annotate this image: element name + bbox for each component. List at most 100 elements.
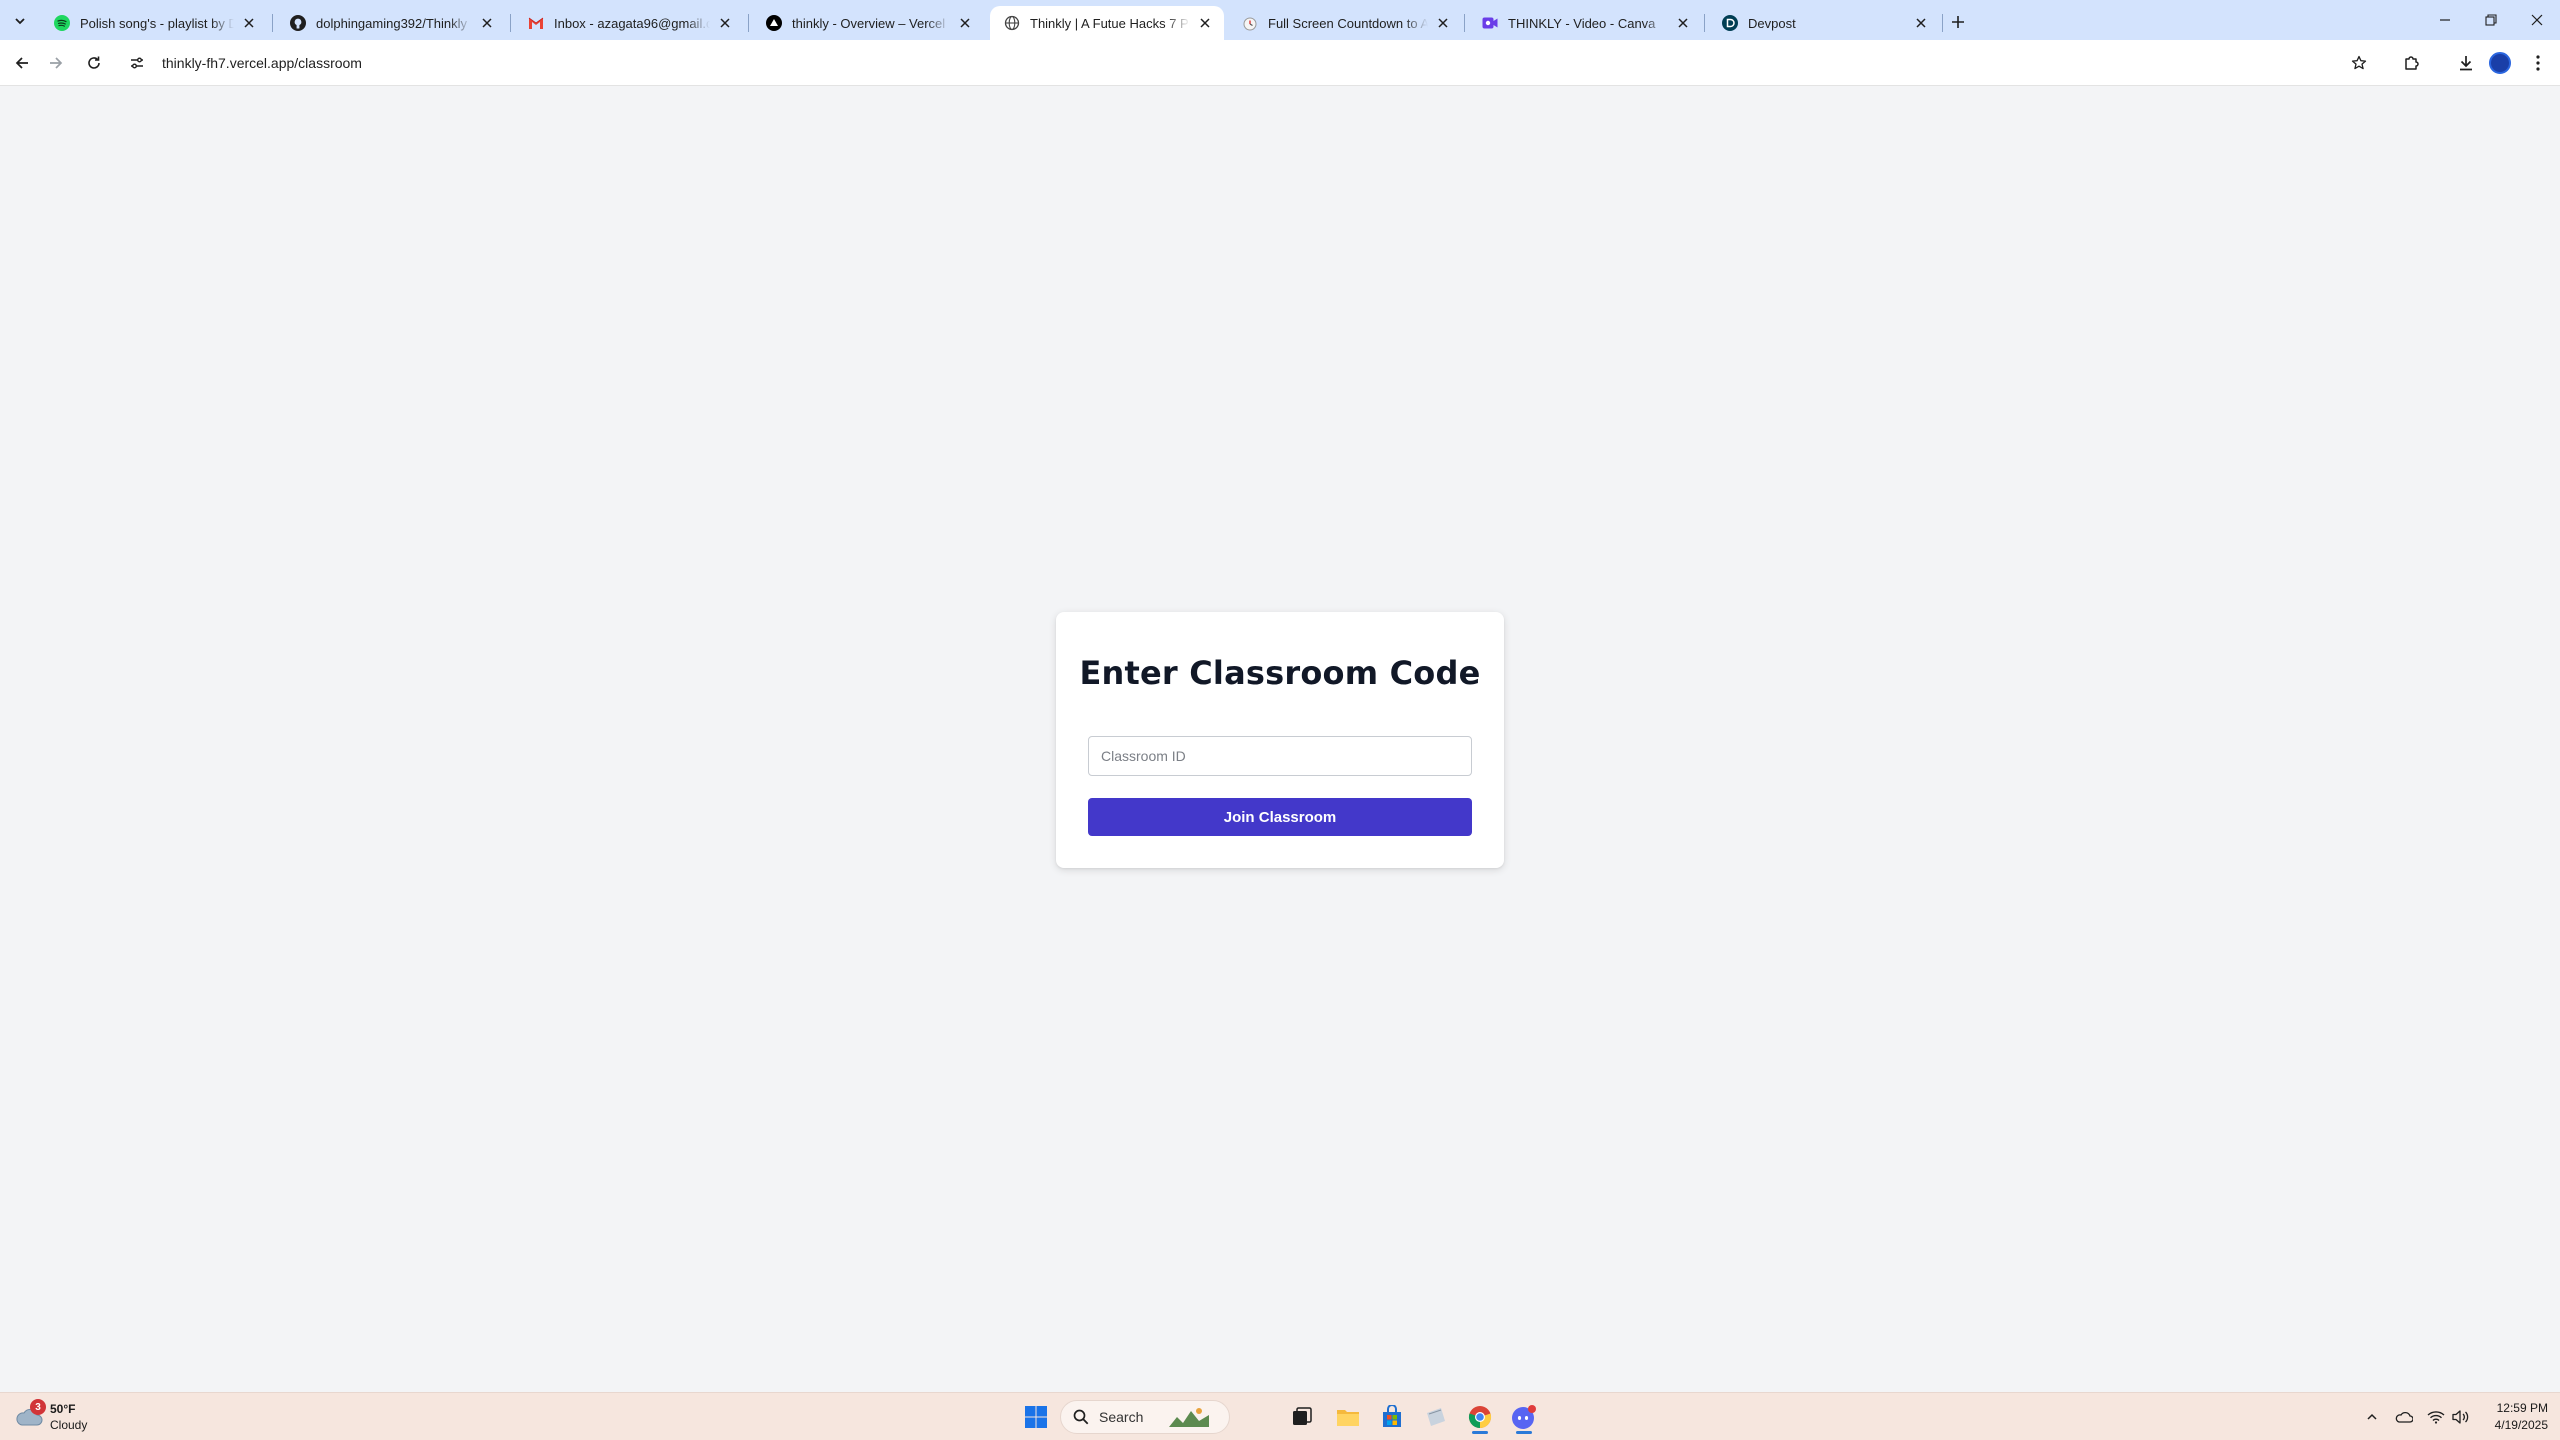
tab-label: Devpost xyxy=(1748,15,1796,31)
globe-icon xyxy=(1004,15,1020,31)
tab-thinkly-active[interactable]: Thinkly | A Futue Hacks 7 Project xyxy=(990,6,1224,40)
chrome-icon xyxy=(1468,1406,1492,1429)
url-text[interactable]: thinkly-fh7.vercel.app/classroom xyxy=(162,55,362,71)
tab-search-button[interactable] xyxy=(6,8,34,34)
countdown-icon xyxy=(1242,15,1258,31)
taskbar-search[interactable]: Search xyxy=(1060,1400,1230,1434)
downloads-button[interactable] xyxy=(2450,47,2482,79)
address-bar[interactable]: thinkly-fh7.vercel.app/classroom xyxy=(118,45,2380,81)
reload-button[interactable] xyxy=(78,47,110,79)
volume-icon xyxy=(2452,1410,2469,1424)
weather-desc: Cloudy xyxy=(50,1418,88,1432)
reload-icon xyxy=(88,56,100,69)
tab-github[interactable]: dolphingaming392/Thinkly xyxy=(276,6,506,40)
tab-label: thinkly - Overview – Vercel xyxy=(792,15,946,31)
windows-taskbar: 3 50°F Cloudy Search 12:59 PM 4/19/2025 xyxy=(0,1392,2560,1440)
chrome-taskbar-button[interactable] xyxy=(1460,1399,1500,1435)
folder-icon xyxy=(1337,1410,1359,1426)
profile-button[interactable] xyxy=(2484,47,2516,79)
tab-divider xyxy=(1704,14,1705,32)
extensions-button[interactable] xyxy=(2396,47,2428,79)
tab-label: Thinkly | A Futue Hacks 7 Project xyxy=(1030,15,1190,31)
windows-icon xyxy=(1025,1406,1047,1428)
spotify-icon xyxy=(54,15,70,31)
tab-label: Inbox - azagata96@gmail.com xyxy=(554,15,710,31)
taskbar-clock[interactable]: 12:59 PM 4/19/2025 xyxy=(2480,1400,2548,1434)
onedrive-button[interactable] xyxy=(2392,1405,2416,1429)
arrow-right-icon xyxy=(50,57,63,69)
discord-icon xyxy=(1512,1405,1536,1429)
tab-vercel[interactable]: thinkly - Overview – Vercel xyxy=(752,6,984,40)
tab-devpost[interactable]: Devpost xyxy=(1708,6,1940,40)
minimize-button[interactable] xyxy=(2422,0,2468,40)
new-tab-button[interactable] xyxy=(1944,8,1972,36)
bookmark-button[interactable] xyxy=(2344,48,2374,78)
notes-app-button[interactable] xyxy=(1416,1399,1456,1435)
page-title: Enter Classroom Code xyxy=(1079,654,1481,692)
devpost-icon xyxy=(1722,15,1738,31)
avatar-icon xyxy=(2489,52,2511,74)
store-icon xyxy=(1383,1405,1401,1427)
restore-button[interactable] xyxy=(2468,0,2514,40)
tab-divider xyxy=(510,14,511,32)
star-icon xyxy=(2351,55,2367,70)
onedrive-icon xyxy=(2395,1411,2413,1423)
tune-icon xyxy=(131,57,143,69)
tab-divider xyxy=(1942,14,1943,32)
tab-divider xyxy=(272,14,273,32)
file-explorer-button[interactable] xyxy=(1328,1399,1368,1435)
show-hidden-icons-button[interactable] xyxy=(2360,1405,2384,1429)
close-icon[interactable] xyxy=(478,14,496,32)
task-view-icon xyxy=(1293,1407,1312,1425)
close-icon[interactable] xyxy=(1196,14,1214,32)
weather-badge: 3 xyxy=(30,1399,46,1415)
wifi-button[interactable] xyxy=(2424,1405,2448,1429)
volume-button[interactable] xyxy=(2448,1405,2472,1429)
search-icon xyxy=(1073,1409,1089,1425)
discord-taskbar-button[interactable] xyxy=(1504,1399,1544,1435)
task-view-button[interactable] xyxy=(1282,1399,1322,1435)
site-info-button[interactable] xyxy=(122,48,152,78)
tab-label: THINKLY - Video - Canva xyxy=(1508,15,1656,31)
close-window-button[interactable] xyxy=(2514,0,2560,40)
page-content: Enter Classroom Code Join Classroom xyxy=(0,86,2560,1392)
menu-button[interactable] xyxy=(2522,47,2554,79)
weather-widget[interactable]: 3 50°F Cloudy xyxy=(14,1399,87,1435)
tab-label: Polish song's - playlist by Dolphingamin… xyxy=(80,15,234,31)
cloud-icon: 3 xyxy=(14,1399,46,1429)
arrow-left-icon xyxy=(15,57,28,69)
vercel-icon xyxy=(766,15,782,31)
close-icon[interactable] xyxy=(956,14,974,32)
running-indicator xyxy=(1472,1431,1488,1434)
classroom-card: Enter Classroom Code Join Classroom xyxy=(1056,612,1504,868)
close-icon[interactable] xyxy=(240,14,258,32)
close-icon[interactable] xyxy=(1912,14,1930,32)
tab-canva[interactable]: THINKLY - Video - Canva xyxy=(1468,6,1702,40)
plus-icon xyxy=(1952,16,1964,28)
join-classroom-button[interactable]: Join Classroom xyxy=(1088,798,1472,836)
start-button[interactable] xyxy=(1016,1399,1056,1435)
tab-divider xyxy=(748,14,749,32)
microsoft-store-button[interactable] xyxy=(1372,1399,1412,1435)
back-button[interactable] xyxy=(6,47,38,79)
close-icon[interactable] xyxy=(1434,14,1452,32)
gmail-icon xyxy=(528,15,544,31)
landscape-icon xyxy=(1169,1408,1210,1427)
close-icon[interactable] xyxy=(716,14,734,32)
tab-countdown[interactable]: Full Screen Countdown to Apr 20 xyxy=(1228,6,1462,40)
close-icon xyxy=(2531,14,2543,26)
close-icon[interactable] xyxy=(1674,14,1692,32)
browser-toolbar: thinkly-fh7.vercel.app/classroom xyxy=(0,40,2560,86)
tab-label: Full Screen Countdown to Apr 20 xyxy=(1268,15,1428,31)
download-icon xyxy=(2460,56,2472,71)
weather-temp: 50°F xyxy=(50,1402,76,1416)
wifi-icon xyxy=(2427,1411,2445,1424)
tab-gmail[interactable]: Inbox - azagata96@gmail.com xyxy=(514,6,744,40)
classroom-id-input[interactable] xyxy=(1088,736,1472,776)
github-icon xyxy=(290,15,306,31)
tab-spotify[interactable]: Polish song's - playlist by Dolphingamin… xyxy=(40,6,268,40)
minimize-icon xyxy=(2440,19,2450,21)
tab-label: dolphingaming392/Thinkly xyxy=(316,15,468,31)
forward-button[interactable] xyxy=(40,47,72,79)
notepad-icon xyxy=(1427,1408,1445,1426)
